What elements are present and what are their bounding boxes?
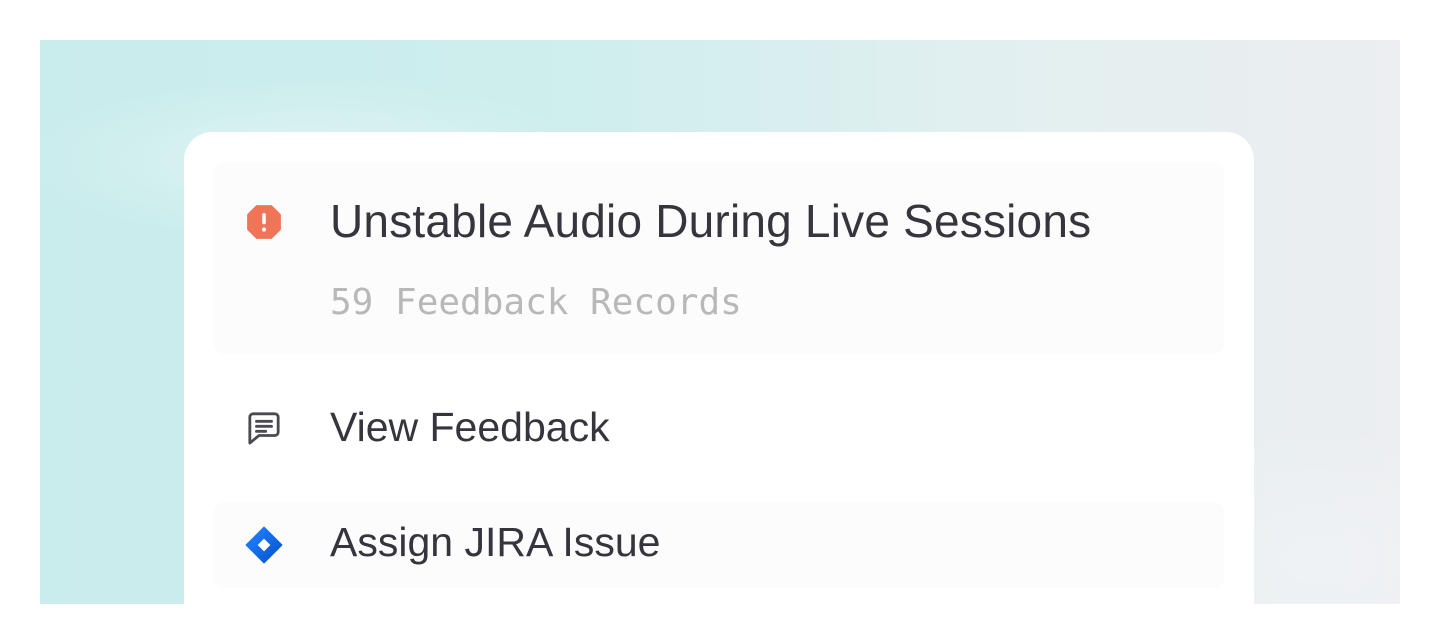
message-square-icon [244,408,284,448]
jira-icon [244,525,284,565]
issue-header[interactable]: Unstable Audio During Live Sessions 59 F… [214,162,1224,354]
feedback-record-count: 59 Feedback Records [330,282,742,323]
assign-jira-issue-label: Assign JIRA Issue [330,519,661,565]
view-feedback-button[interactable]: View Feedback [214,378,1224,478]
view-feedback-label: View Feedback [330,404,610,450]
assign-jira-issue-button[interactable]: Assign JIRA Issue [214,502,1224,588]
background-canvas: Unstable Audio During Live Sessions 59 F… [40,40,1400,604]
issue-title: Unstable Audio During Live Sessions [330,195,1092,247]
alert-octagon-icon [244,202,284,242]
issue-card: Unstable Audio During Live Sessions 59 F… [184,132,1254,604]
